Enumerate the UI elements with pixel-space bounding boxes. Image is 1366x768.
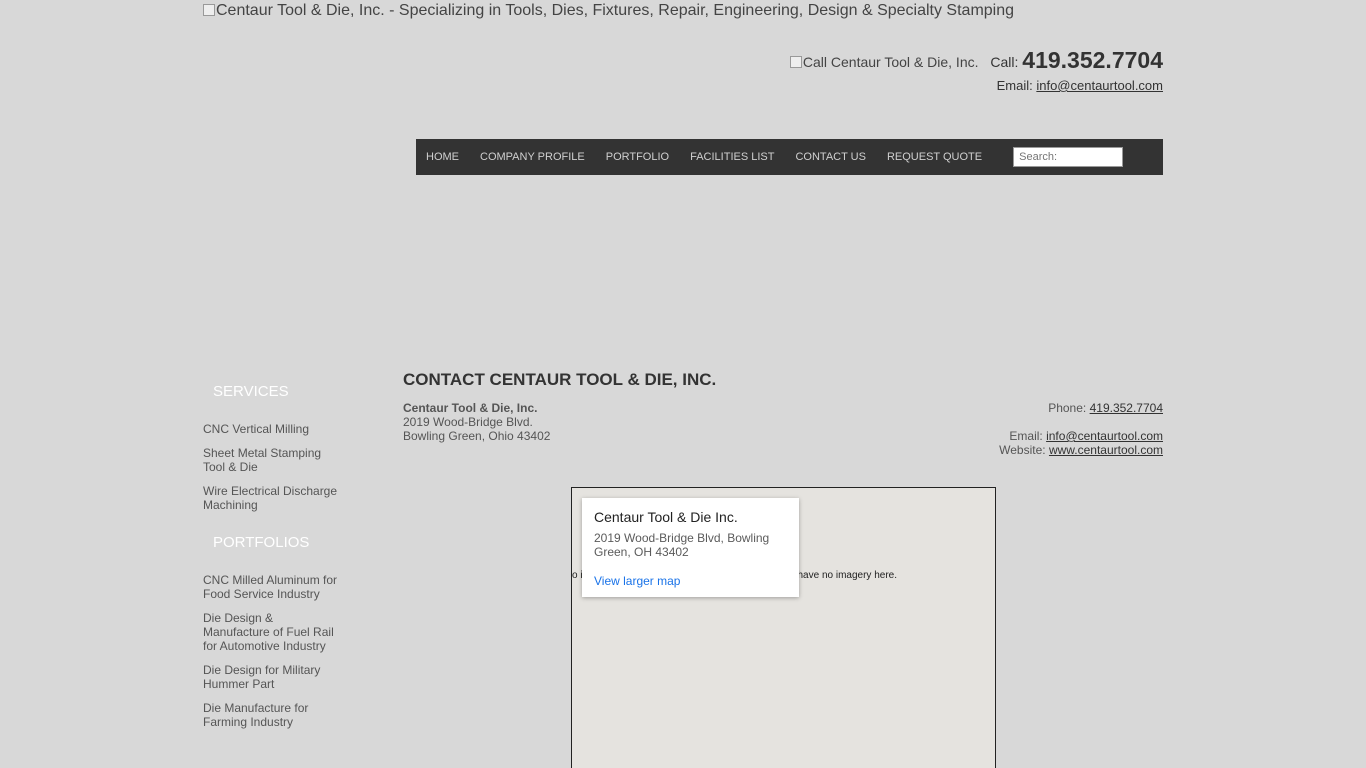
sidebar: SERVICES CNC Vertical Milling Sheet Meta… <box>203 383 343 739</box>
broken-image-icon <box>789 56 802 68</box>
nav-company-profile[interactable]: COMPANY PROFILE <box>480 151 585 163</box>
page-title: CONTACT CENTAUR TOOL & DIE, INC. <box>403 370 717 389</box>
phone-link[interactable]: 419.352.7704 <box>1090 401 1163 415</box>
header-phone-number: 419.352.7704 <box>1022 47 1163 73</box>
site-logo[interactable]: Centaur Tool & Die, Inc. - Specializing … <box>203 2 1014 20</box>
call-line: Call Centaur Tool & Die, Inc. Call: 419.… <box>789 47 1163 74</box>
map-card-title: Centaur Tool & Die Inc. <box>594 509 738 525</box>
embedded-map[interactable]: o i have no imagery here. Centaur Tool &… <box>571 487 996 768</box>
logo-alt-text: Centaur Tool & Die, Inc. - Specializing … <box>216 2 1015 19</box>
broken-image-icon <box>203 4 215 16</box>
nav-contact-us[interactable]: CONTACT US <box>795 151 866 163</box>
sidebar-item-wire-edm[interactable]: Wire Electrical Discharge Machining <box>203 484 343 512</box>
website-link[interactable]: www.centaurtool.com <box>1049 443 1163 457</box>
email-link[interactable]: info@centaurtool.com <box>1046 429 1163 443</box>
email-label: Email: <box>1009 429 1043 443</box>
sidebar-item-farming-die[interactable]: Die Manufacture for Farming Industry <box>203 701 343 729</box>
website-line: Website: www.centaurtool.com <box>999 443 1163 457</box>
portfolios-heading: PORTFOLIOS <box>213 534 310 551</box>
street-address: 2019 Wood-Bridge Blvd. <box>403 415 533 429</box>
search-input[interactable] <box>1013 147 1124 167</box>
nav-portfolio[interactable]: PORTFOLIO <box>606 151 669 163</box>
header-email-link[interactable]: info@centaurtool.com <box>1036 78 1163 93</box>
sidebar-item-fuel-rail-die[interactable]: Die Design & Manufacture of Fuel Rail fo… <box>203 611 343 653</box>
call-image-alt-text: Call Centaur Tool & Die, Inc. <box>802 54 979 70</box>
email-line: Email: info@centaurtool.com <box>999 429 1163 443</box>
company-name: Centaur Tool & Die, Inc. <box>403 401 538 415</box>
email-line: Email: info@centaurtool.com <box>790 78 1163 93</box>
main-nav: HOME COMPANY PROFILE PORTFOLIO FACILITIE… <box>416 139 1163 175</box>
contact-info: Phone: 419.352.7704 Email: info@centaurt… <box>999 401 1163 457</box>
map-info-card: Centaur Tool & Die Inc. 2019 Wood-Bridge… <box>582 498 799 597</box>
city-address: Bowling Green, Ohio 43402 <box>403 429 551 443</box>
address-block: Centaur Tool & Die, Inc. 2019 Wood-Bridg… <box>403 401 550 443</box>
page: Centaur Tool & Die, Inc. - Specializing … <box>0 0 1366 768</box>
sidebar-item-hummer-part[interactable]: Die Design for Military Hummer Part <box>203 663 343 691</box>
nav-request-quote[interactable]: REQUEST QUOTE <box>887 151 982 163</box>
nav-facilities-list[interactable]: FACILITIES LIST <box>690 151 774 163</box>
call-label: Call: <box>990 54 1019 70</box>
call-image: Call Centaur Tool & Die, Inc. <box>789 54 979 70</box>
sidebar-item-cnc-milled-aluminum[interactable]: CNC Milled Aluminum for Food Service Ind… <box>203 573 343 601</box>
sidebar-item-sheet-metal-stamping[interactable]: Sheet Metal Stamping Tool & Die <box>203 446 343 474</box>
map-no-imagery-right: have no imagery here. <box>797 570 897 581</box>
sidebar-item-cnc-vertical-milling[interactable]: CNC Vertical Milling <box>203 422 343 436</box>
map-no-imagery-left: o i <box>572 570 583 581</box>
phone-line: Phone: 419.352.7704 <box>999 401 1163 415</box>
view-larger-map-link[interactable]: View larger map <box>594 574 787 588</box>
header-contact: Call Centaur Tool & Die, Inc. Call: 419.… <box>789 47 1163 93</box>
phone-label: Phone: <box>1048 401 1087 415</box>
website-label: Website: <box>999 443 1046 457</box>
services-heading: SERVICES <box>213 383 289 400</box>
map-card-address: 2019 Wood-Bridge Blvd, Bowling Green, OH… <box>594 531 770 559</box>
nav-home[interactable]: HOME <box>426 151 459 163</box>
email-label: Email: <box>996 78 1033 93</box>
